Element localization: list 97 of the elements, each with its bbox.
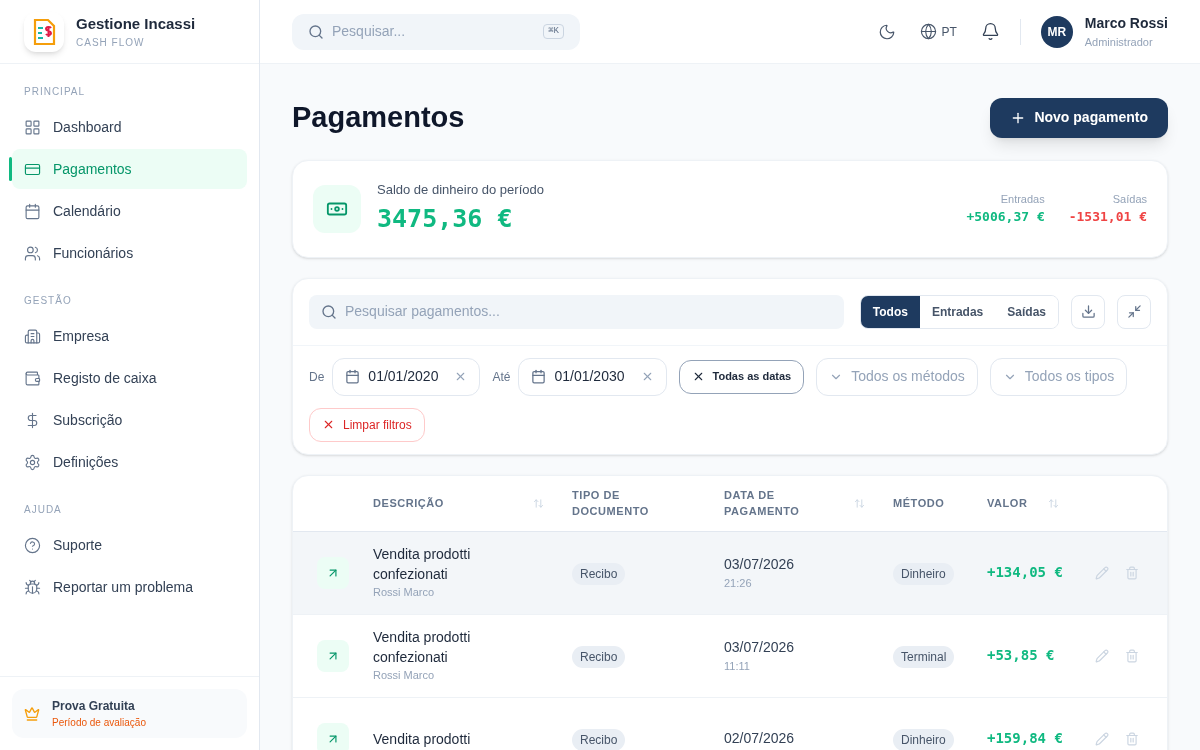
method-tag: Terminal bbox=[893, 645, 955, 668]
nav-item[interactable]: Empresa bbox=[12, 316, 247, 356]
help-icon bbox=[24, 536, 41, 554]
sort-icon[interactable] bbox=[533, 497, 544, 509]
user-role: Administrador bbox=[1084, 34, 1154, 50]
column-header: DESCRIÇÃO bbox=[373, 496, 444, 511]
to-label: Até bbox=[492, 368, 511, 386]
author-text: Rossi Marco bbox=[373, 585, 436, 601]
bell-icon[interactable] bbox=[980, 22, 1000, 41]
balance-amount: 3475,36 € bbox=[377, 202, 514, 235]
table-row[interactable]: Vendita prodotti Recibo 02/07/2026 Dinheiro +159,84 € bbox=[293, 697, 1167, 750]
shortcut-key: ⌘K bbox=[543, 23, 564, 40]
moon-icon[interactable] bbox=[878, 22, 897, 41]
nav-item[interactable]: Dashboard bbox=[12, 107, 247, 147]
close-icon bbox=[322, 418, 335, 431]
from-date-field[interactable]: 01/01/2020 bbox=[332, 357, 481, 396]
download-icon bbox=[1080, 304, 1096, 319]
search-icon bbox=[321, 303, 337, 320]
logo-icon bbox=[24, 11, 64, 52]
table-row[interactable]: Vendita prodotti confezionati Rossi Marco Recibo 03/07/2026 21:26 Dinheiro +134,05 € bbox=[293, 531, 1167, 615]
collapse-button[interactable] bbox=[1117, 294, 1151, 329]
nav-item[interactable]: Registo de caixa bbox=[12, 358, 247, 398]
date-text: 03/07/2026 bbox=[724, 637, 796, 657]
document-type-tag: Recibo bbox=[572, 562, 626, 585]
nav-item[interactable]: Funcionários bbox=[12, 233, 247, 273]
new-payment-button[interactable]: Novo pagamento bbox=[990, 97, 1168, 138]
search-field[interactable]: Pesquisar... ⌘K bbox=[292, 13, 580, 50]
trial-title: Prova Gratuita bbox=[52, 698, 136, 715]
column-header: DATA DE PAGAMENTO bbox=[724, 488, 801, 519]
column-header: TIPO DE DOCUMENTO bbox=[572, 488, 650, 519]
section-label: GESTÃO bbox=[23, 293, 73, 308]
outflow-label: Saídas bbox=[1112, 191, 1147, 207]
edit-icon[interactable] bbox=[1095, 731, 1109, 746]
outflow-amount: -1531,01 € bbox=[1068, 208, 1147, 226]
description-text: Vendita prodotti confezionati bbox=[373, 628, 472, 668]
nav-item[interactable]: Pagamentos bbox=[12, 149, 247, 189]
inflow-label: Entradas bbox=[1000, 191, 1045, 207]
edit-icon[interactable] bbox=[1095, 565, 1109, 580]
from-label: De bbox=[309, 368, 325, 386]
sort-icon[interactable] bbox=[854, 497, 865, 509]
nav-item[interactable]: Suporte bbox=[12, 525, 247, 565]
calendar-icon bbox=[24, 202, 41, 220]
amount-text: +159,84 € bbox=[987, 729, 1064, 748]
trial-card[interactable]: Prova Gratuita Período de avaliação bbox=[12, 689, 247, 738]
column-header: MÉTODO bbox=[893, 496, 945, 511]
table-row[interactable]: Vendita prodotti confezionati Rossi Marco Recibo 03/07/2026 11:11 Terminal +53,85 € bbox=[293, 614, 1167, 698]
brand-name: Gestione Incassi bbox=[76, 13, 196, 34]
time-text: 21:26 bbox=[724, 575, 753, 591]
column-header: VALOR bbox=[987, 496, 1028, 511]
balance-label: Saldo de dinheiro do período bbox=[377, 181, 545, 199]
calendar-icon bbox=[345, 369, 361, 384]
language-button[interactable]: PT bbox=[920, 22, 957, 41]
inflow-amount: +5006,37 € bbox=[966, 208, 1045, 226]
settings-icon bbox=[24, 453, 41, 471]
calendar-icon bbox=[531, 369, 547, 384]
document-type-tag: Recibo bbox=[572, 645, 626, 668]
description-text: Vendita prodotti confezionati bbox=[373, 545, 472, 585]
user-name: Marco Rossi bbox=[1084, 13, 1168, 33]
trial-subtitle: Período de avaliação bbox=[52, 716, 146, 730]
section-label: AJUDA bbox=[23, 503, 63, 517]
edit-icon[interactable] bbox=[1095, 648, 1109, 663]
to-date-field[interactable]: 01/01/2030 bbox=[518, 357, 667, 396]
brand-tagline: CASH FLOW bbox=[76, 36, 146, 51]
globe-icon bbox=[920, 23, 938, 40]
clear-filters-button[interactable]: Limpar filtros bbox=[309, 407, 425, 442]
date-text: 02/07/2026 bbox=[724, 729, 796, 748]
document-type-tag: Recibo bbox=[572, 728, 626, 750]
author-text: Rossi Marco bbox=[373, 668, 436, 684]
time-text: 11:11 bbox=[724, 658, 751, 674]
amount-text: +53,85 € bbox=[987, 646, 1056, 665]
sort-icon[interactable] bbox=[1048, 497, 1059, 509]
crown-icon bbox=[24, 705, 40, 722]
delete-icon[interactable] bbox=[1125, 565, 1139, 580]
method-tag: Dinheiro bbox=[893, 562, 954, 585]
delete-icon[interactable] bbox=[1125, 648, 1139, 663]
method-tag: Dinheiro bbox=[893, 728, 954, 750]
date-text: 03/07/2026 bbox=[724, 554, 796, 574]
search-icon bbox=[308, 23, 324, 40]
download-button[interactable] bbox=[1071, 294, 1105, 329]
nav-item[interactable]: Subscrição bbox=[12, 400, 247, 440]
delete-icon[interactable] bbox=[1125, 731, 1139, 746]
section-label: PRINCIPAL bbox=[23, 85, 87, 99]
users-icon bbox=[24, 244, 41, 262]
grid-icon bbox=[24, 118, 41, 136]
nav-item[interactable]: Calendário bbox=[12, 191, 247, 231]
user-avatar[interactable]: MR bbox=[1040, 15, 1073, 48]
description-text: Vendita prodotti bbox=[373, 729, 472, 749]
building-icon bbox=[24, 327, 41, 345]
all-dates-chip[interactable]: Todas as datas bbox=[678, 359, 805, 394]
page-title: Pagamentos bbox=[292, 100, 465, 135]
nav-item[interactable]: Reportar um problema bbox=[12, 567, 247, 607]
wallet-icon bbox=[24, 369, 41, 387]
nav-item[interactable]: Definições bbox=[12, 442, 247, 482]
collapse-icon bbox=[1126, 304, 1142, 319]
bug-icon bbox=[24, 578, 41, 596]
filter-tab[interactable]: Todos bbox=[860, 295, 920, 328]
amount-text: +134,05 € bbox=[987, 563, 1064, 582]
